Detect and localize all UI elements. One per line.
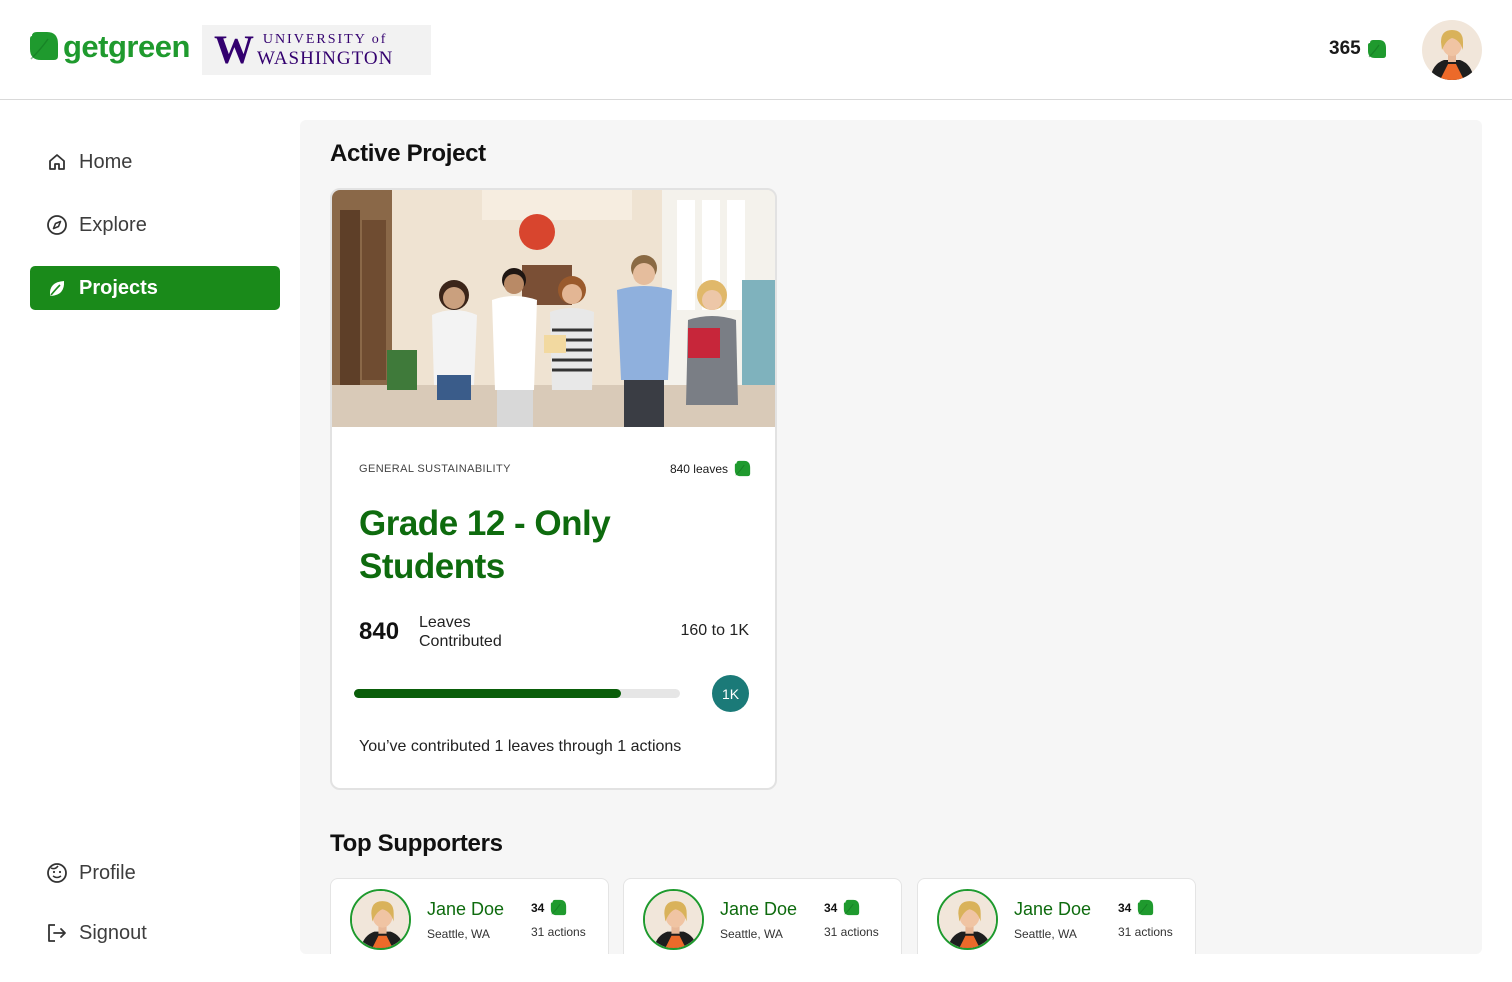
supporter-leaves: 34 (1118, 899, 1154, 916)
avatar (937, 889, 998, 950)
progress-bar (354, 689, 680, 698)
leaf-icon (550, 899, 567, 916)
sidebar-item-signout[interactable]: Signout (30, 911, 280, 955)
supporter-card[interactable]: Jane Doe Seattle, WA 34 31 actions (623, 878, 902, 954)
leaf-icon (46, 277, 68, 299)
supporter-name: Jane Doe (720, 899, 798, 919)
sidebar-item-explore[interactable]: Explore (30, 203, 280, 247)
project-range: 160 to 1K (680, 622, 750, 639)
goal-badge: 1K (712, 675, 749, 712)
progress-fill (354, 689, 622, 698)
compass-icon (46, 214, 68, 236)
supporter-actions: 31 actions (1118, 925, 1173, 939)
project-category: GENERAL SUSTAINABILITY (359, 463, 511, 475)
sidebar-item-label: Profile (79, 861, 136, 884)
sidebar-item-label: Signout (79, 921, 147, 944)
top-supporters-heading: Top Supporters (330, 830, 503, 857)
uw-line2: WASHINGTON (257, 47, 394, 69)
leaf-icon (734, 460, 751, 477)
contributed-label: Leaves Contributed (419, 614, 502, 650)
supporter-name: Jane Doe (427, 899, 505, 919)
brand-name: getgreen (63, 28, 190, 64)
main-content: Active Project GENERAL SUSTAINABILITY 84… (300, 120, 1482, 954)
supporter-card[interactable]: Jane Doe Seattle, WA 34 31 actions (917, 878, 1196, 954)
university-logo: W UNIVERSITY of WASHINGTON (202, 25, 431, 75)
points-display: 365 (1329, 38, 1387, 60)
signout-icon (46, 922, 68, 944)
supporter-card[interactable]: Jane Doe Seattle, WA 34 31 actions (330, 878, 609, 954)
home-icon (46, 151, 68, 173)
leaf-icon (1137, 899, 1154, 916)
project-image (332, 190, 775, 427)
uw-mark: W (214, 27, 254, 72)
getgreen-logo[interactable]: getgreen (28, 30, 190, 62)
contribution-summary: You’ve contributed 1 leaves through 1 ac… (359, 738, 682, 755)
contributed-value: 840 (359, 618, 400, 645)
supporter-actions: 31 actions (531, 925, 586, 939)
supporter-leaves-count: 34 (531, 900, 545, 915)
points-value: 365 (1329, 38, 1361, 59)
avatar (643, 889, 704, 950)
sidebar-item-profile[interactable]: Profile (30, 851, 280, 895)
user-avatar[interactable] (1422, 20, 1482, 80)
sidebar-item-label: Home (79, 150, 133, 173)
leaf-icon (843, 899, 860, 916)
uw-wordmark: UNIVERSITY of WASHINGTON (257, 31, 394, 69)
project-leaves-text: 840 leaves (669, 461, 728, 476)
sidebar-item-projects[interactable]: Projects (30, 266, 280, 310)
sidebar-item-label: Projects (79, 276, 158, 299)
avatar (350, 889, 411, 950)
leaf-icon (30, 32, 58, 60)
active-project-heading: Active Project (330, 140, 486, 167)
sidebar-item-home[interactable]: Home (30, 140, 280, 184)
supporter-name: Jane Doe (1014, 899, 1092, 919)
supporter-leaves: 34 (824, 899, 860, 916)
supporter-leaves-count: 34 (824, 900, 838, 915)
avatar-image (1422, 20, 1482, 80)
supporter-leaves: 34 (531, 899, 567, 916)
supporter-leaves-count: 34 (1118, 900, 1132, 915)
uw-line1: UNIVERSITY of (262, 31, 388, 47)
face-icon (46, 862, 68, 884)
supporter-actions: 31 actions (824, 925, 879, 939)
project-leaves: 840 leaves (670, 460, 751, 477)
leaf-icon (1367, 39, 1387, 59)
supporter-location: Seattle, WA (427, 927, 490, 941)
top-header: getgreen W UNIVERSITY of WASHINGTON 365 (0, 0, 1512, 100)
supporter-location: Seattle, WA (720, 927, 783, 941)
supporter-location: Seattle, WA (1014, 927, 1077, 941)
sidebar-item-label: Explore (79, 213, 147, 236)
project-title[interactable]: Grade 12 - Only Students (359, 502, 719, 588)
project-card[interactable]: GENERAL SUSTAINABILITY 840 leaves Grade … (330, 188, 777, 790)
